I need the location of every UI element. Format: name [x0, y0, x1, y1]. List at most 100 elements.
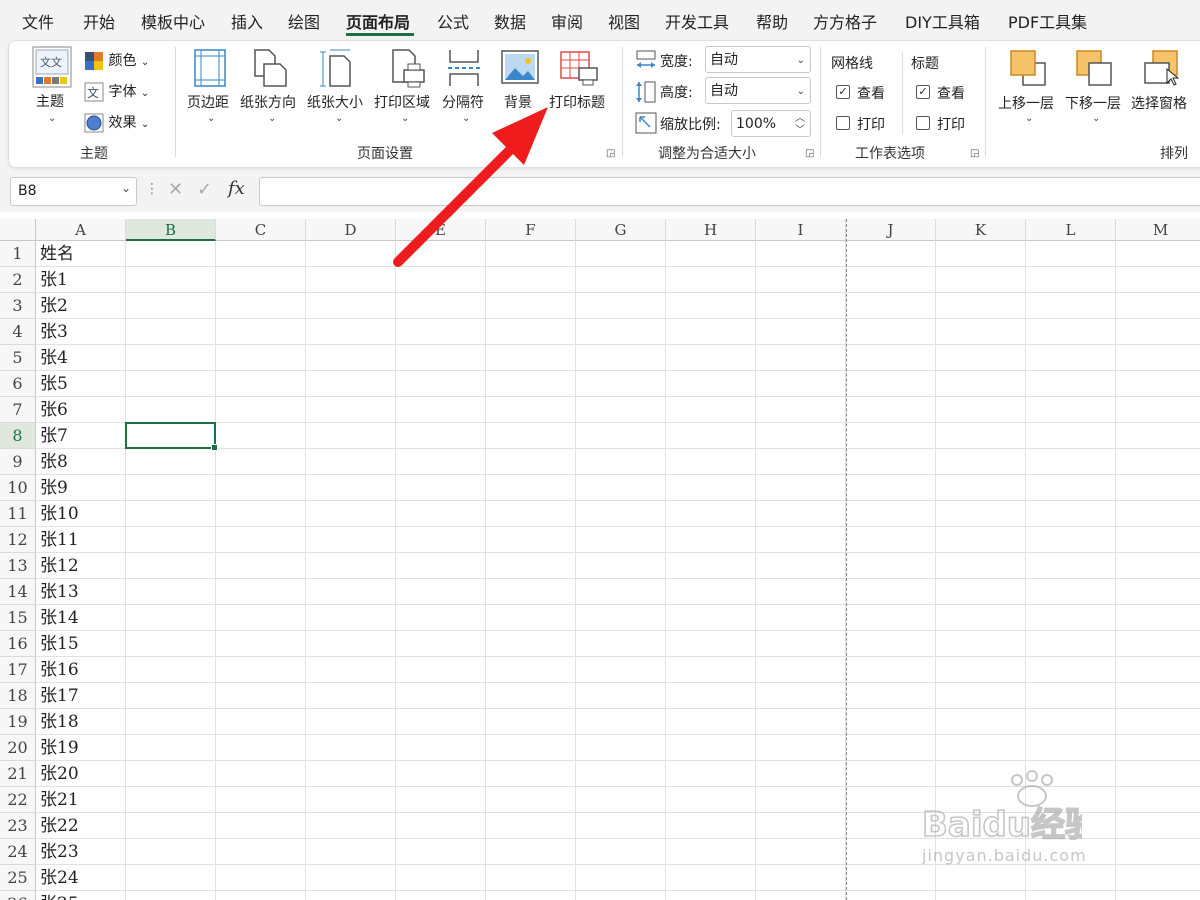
row-header[interactable]: 10	[0, 475, 36, 501]
column-header-k[interactable]: K	[936, 219, 1026, 241]
row-header[interactable]: 1	[0, 241, 36, 267]
chevron-down-icon[interactable]: ⌄	[121, 181, 131, 195]
gridlines-view-checkbox[interactable]: ✓	[836, 85, 850, 99]
row-header[interactable]: 20	[0, 735, 36, 761]
tab-diy-toolbox[interactable]: DIY工具箱	[905, 9, 980, 33]
background-button[interactable]	[500, 50, 540, 84]
selection-pane-button[interactable]	[1142, 49, 1182, 87]
cell-a[interactable]: 张10	[36, 501, 126, 527]
tab-home[interactable]: 开始	[83, 9, 115, 33]
effects-button[interactable]: 效果 ⌄	[84, 112, 149, 133]
row-header[interactable]: 19	[0, 709, 36, 735]
row-header[interactable]: 6	[0, 371, 36, 397]
column-header-b[interactable]: B	[126, 219, 216, 241]
cell-a[interactable]: 张16	[36, 657, 126, 683]
row-header[interactable]: 9	[0, 449, 36, 475]
row-header[interactable]: 15	[0, 605, 36, 631]
cell-a[interactable]: 张23	[36, 839, 126, 865]
fill-handle[interactable]	[211, 444, 218, 451]
size-button[interactable]	[318, 48, 354, 88]
fonts-button[interactable]: 文 字体 ⌄	[84, 81, 149, 102]
row-header[interactable]: 8	[0, 423, 36, 449]
row-header[interactable]: 18	[0, 683, 36, 709]
send-backward-button[interactable]	[1074, 49, 1114, 87]
cell-a[interactable]: 张3	[36, 319, 126, 345]
column-header-a[interactable]: A	[36, 219, 126, 241]
tab-insert[interactable]: 插入	[231, 9, 263, 33]
cell-a[interactable]: 张19	[36, 735, 126, 761]
row-header[interactable]: 23	[0, 813, 36, 839]
cell-a[interactable]: 张18	[36, 709, 126, 735]
width-dropdown[interactable]: 自动 ⌄	[705, 46, 811, 73]
row-header[interactable]: 22	[0, 787, 36, 813]
margins-button[interactable]	[186, 48, 234, 88]
themes-button[interactable]: 文文	[30, 46, 74, 88]
enter-icon[interactable]: ✓	[197, 179, 212, 200]
row-header[interactable]: 14	[0, 579, 36, 605]
cancel-icon[interactable]: ✕	[168, 179, 183, 200]
row-header[interactable]: 24	[0, 839, 36, 865]
cell-a[interactable]: 张7	[36, 423, 126, 449]
cell-a[interactable]: 张22	[36, 813, 126, 839]
headings-print-checkbox[interactable]	[916, 116, 930, 130]
dialog-launcher-icon[interactable]: ◲	[805, 148, 814, 159]
headings-view-checkbox[interactable]: ✓	[916, 85, 930, 99]
row-header[interactable]: 3	[0, 293, 36, 319]
column-header-m[interactable]: M	[1116, 219, 1200, 241]
row-header[interactable]: 4	[0, 319, 36, 345]
orientation-button[interactable]	[250, 48, 290, 88]
row-header[interactable]: 17	[0, 657, 36, 683]
active-cell-border[interactable]	[125, 422, 218, 451]
tab-data[interactable]: 数据	[494, 9, 526, 33]
gridlines-print-checkbox[interactable]	[836, 116, 850, 130]
cell-a[interactable]: 张2	[36, 293, 126, 319]
column-header-l[interactable]: L	[1026, 219, 1116, 241]
cell-a[interactable]: 张21	[36, 787, 126, 813]
cell-a[interactable]: 张24	[36, 865, 126, 891]
scale-spinner[interactable]: 100% ︿ ﹀	[731, 110, 811, 137]
row-header[interactable]: 7	[0, 397, 36, 423]
insert-function-icon[interactable]: fx	[228, 178, 245, 199]
cell-a[interactable]: 张15	[36, 631, 126, 657]
row-header[interactable]: 12	[0, 527, 36, 553]
tab-fangfang-gezi[interactable]: 方方格子	[813, 9, 877, 33]
column-header-i[interactable]: I	[756, 219, 846, 241]
tab-review[interactable]: 审阅	[551, 9, 583, 33]
cell-a[interactable]: 张1	[36, 267, 126, 293]
cell-a[interactable]: 张20	[36, 761, 126, 787]
print-titles-button[interactable]	[558, 50, 600, 86]
cell-a[interactable]: 张13	[36, 579, 126, 605]
cell-a[interactable]: 张12	[36, 553, 126, 579]
column-header-j[interactable]: J	[846, 219, 936, 241]
more-options-icon[interactable]: ⋮	[145, 181, 159, 197]
cell-a[interactable]: 姓名	[36, 241, 126, 267]
name-box[interactable]: B8 ⌄	[10, 177, 137, 206]
tab-developer[interactable]: 开发工具	[665, 9, 729, 33]
column-header-h[interactable]: H	[666, 219, 756, 241]
row-header[interactable]: 26	[0, 891, 36, 900]
tab-file[interactable]: 文件	[22, 9, 54, 33]
tab-help[interactable]: 帮助	[756, 9, 788, 33]
cell-a[interactable]: 张14	[36, 605, 126, 631]
dialog-launcher-icon[interactable]: ◲	[970, 148, 979, 159]
cell-a[interactable]: 张11	[36, 527, 126, 553]
cell-a[interactable]: 张9	[36, 475, 126, 501]
bring-forward-button[interactable]	[1008, 49, 1048, 87]
tab-page-layout[interactable]: 页面布局	[346, 9, 410, 33]
row-header[interactable]: 5	[0, 345, 36, 371]
cell-a[interactable]: 张5	[36, 371, 126, 397]
tab-formulas[interactable]: 公式	[437, 9, 469, 33]
row-header[interactable]: 25	[0, 865, 36, 891]
column-header-g[interactable]: G	[576, 219, 666, 241]
row-header[interactable]: 21	[0, 761, 36, 787]
cell-a[interactable]: 张8	[36, 449, 126, 475]
cell-a[interactable]: 张17	[36, 683, 126, 709]
dialog-launcher-icon[interactable]: ◲	[606, 148, 615, 159]
cell-a[interactable]: 张25	[36, 891, 126, 900]
row-header[interactable]: 11	[0, 501, 36, 527]
tab-pdf-tools[interactable]: PDF工具集	[1008, 9, 1087, 33]
tab-view[interactable]: 视图	[608, 9, 640, 33]
tab-draw[interactable]: 绘图	[288, 9, 320, 33]
row-header[interactable]: 2	[0, 267, 36, 293]
print-area-button[interactable]	[388, 48, 428, 88]
